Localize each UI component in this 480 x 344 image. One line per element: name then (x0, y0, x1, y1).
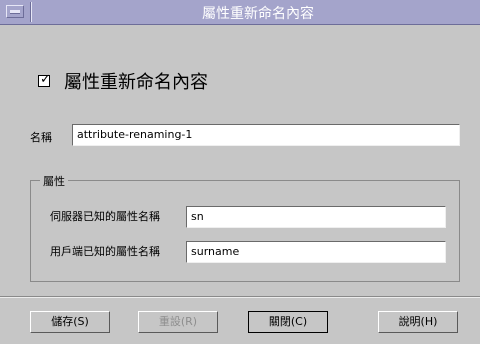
name-label: 名稱 (30, 131, 52, 144)
window-title: 屬性重新命名內容 (202, 6, 314, 22)
name-input[interactable]: attribute-renaming-1 (72, 124, 460, 146)
button-divider (0, 296, 480, 298)
enable-checkbox[interactable]: ✓ (38, 72, 51, 87)
client-attribute-input[interactable]: surname (186, 241, 446, 263)
server-attribute-label: 伺服器已知的屬性名稱 (50, 210, 160, 223)
page-title: 屬性重新命名內容 (64, 72, 208, 93)
window-menu-icon[interactable] (6, 5, 24, 18)
save-button[interactable]: 儲存(S) (30, 311, 110, 333)
client-attribute-label: 用戶端已知的屬性名稱 (50, 245, 160, 258)
help-button[interactable]: 說明(H) (378, 311, 458, 333)
header: ✓ 屬性重新命名內容 (38, 68, 208, 94)
checkmark-icon: ✓ (40, 72, 51, 87)
title-bar: 屬性重新命名內容 (0, 0, 480, 25)
title-separator (30, 2, 32, 22)
attributes-group-label: 屬性 (40, 173, 68, 189)
reset-button[interactable]: 重設(R) (138, 311, 218, 333)
attributes-group (30, 180, 460, 282)
server-attribute-input[interactable]: sn (186, 206, 446, 228)
close-button[interactable]: 關閉(C) (248, 311, 328, 333)
